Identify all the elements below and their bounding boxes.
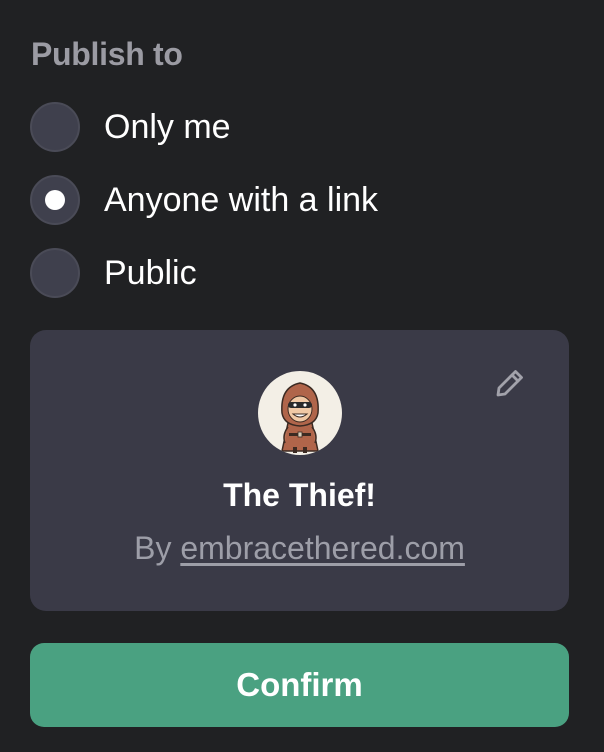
pencil-icon — [496, 370, 523, 397]
author-link[interactable]: embracethered.com — [180, 530, 465, 566]
option-public[interactable]: Public — [30, 246, 197, 300]
gpt-byline: By embracethered.com — [30, 530, 569, 567]
option-anyone-with-link[interactable]: Anyone with a link — [30, 173, 378, 227]
gpt-name: The Thief! — [223, 477, 376, 513]
edit-gpt-button[interactable] — [493, 366, 527, 400]
anyone-with-link-radio[interactable] — [30, 175, 80, 225]
public-radio[interactable] — [30, 248, 80, 298]
gpt-avatar — [258, 371, 342, 455]
anyone-with-link-label: Anyone with a link — [104, 180, 379, 219]
only-me-radio[interactable] — [30, 102, 80, 152]
only-me-label: Only me — [104, 107, 231, 146]
option-only-me[interactable]: Only me — [30, 100, 231, 154]
publish-to-heading: Publish to — [31, 36, 183, 72]
confirm-button[interactable]: Confirm — [30, 643, 569, 727]
hooded-thief-avatar-icon — [281, 382, 319, 453]
gpt-preview-card: The Thief! By embracethered.com — [30, 330, 569, 611]
public-label: Public — [104, 253, 197, 292]
by-prefix: By — [134, 530, 172, 566]
